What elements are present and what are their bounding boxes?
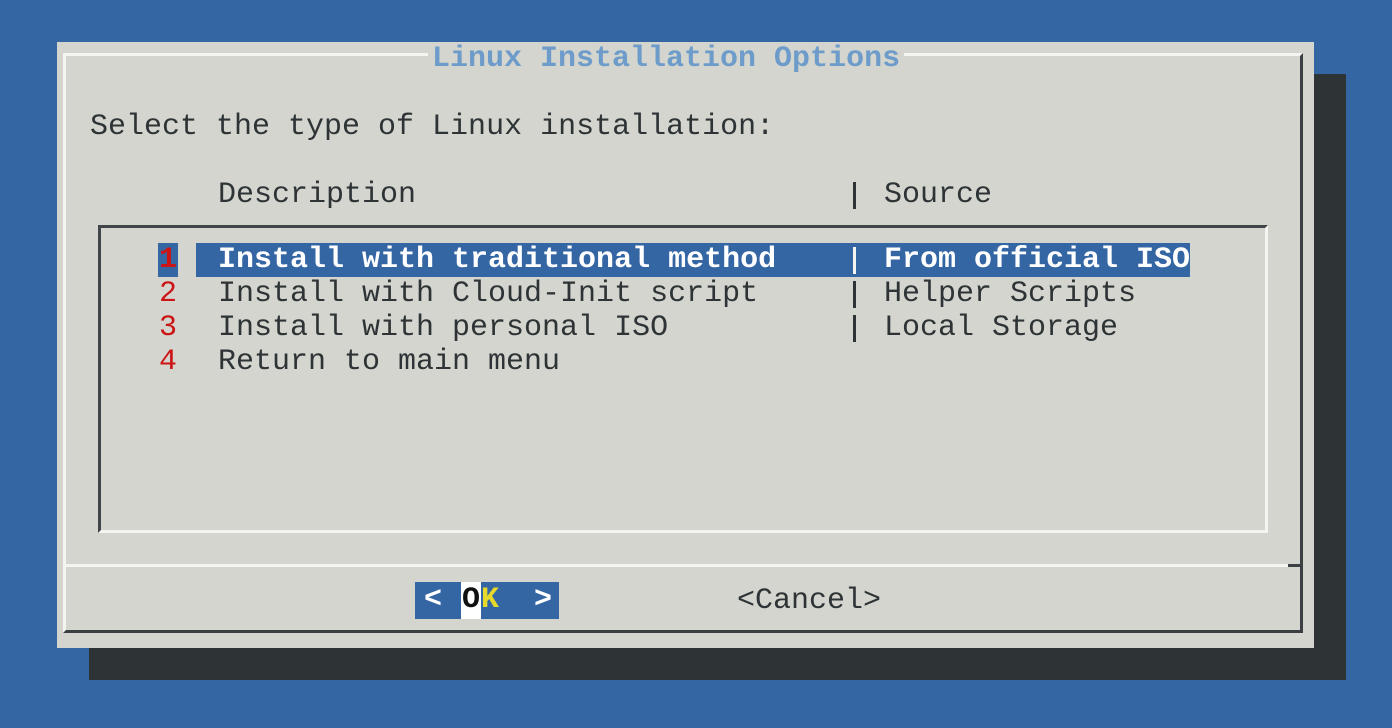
column-separator-icon — [853, 182, 856, 209]
menu-item-description: Return to main menu — [218, 345, 560, 379]
prompt-text: Select the type of Linux installation: — [90, 110, 774, 144]
button-row: < O K > <Cancel> — [57, 580, 1314, 617]
menu-item-description: Install with personal ISO — [218, 311, 668, 345]
menu-listbox: 1 Install with traditional method From o… — [98, 225, 1268, 533]
ok-bracket-left: < — [424, 582, 442, 619]
column-separator-icon — [853, 247, 856, 274]
ok-hotkey-char: K — [481, 582, 499, 619]
installation-options-dialog: Linux Installation Options Select the ty… — [57, 42, 1314, 648]
ok-cursor-char: O — [461, 582, 481, 619]
menu-item-tag: 2 — [158, 277, 178, 311]
column-separator-icon — [853, 281, 856, 308]
menu-item-source: Helper Scripts — [884, 277, 1136, 311]
menu-item-tag: 4 — [158, 345, 178, 379]
button-separator-line — [63, 564, 1303, 567]
separator-end-cap — [1288, 564, 1303, 567]
cancel-button[interactable]: <Cancel> — [737, 582, 881, 619]
menu-item-cloud-init[interactable]: 2 Install with Cloud-Init script Helper … — [101, 277, 1265, 311]
column-header-source: Source — [884, 178, 992, 212]
column-header-description: Description — [218, 178, 416, 212]
menu-item-traditional[interactable]: 1 Install with traditional method From o… — [101, 243, 1265, 277]
menu-item-tag: 1 — [158, 243, 178, 277]
terminal-screen: Linux Installation Options Select the ty… — [0, 0, 1392, 728]
menu-item-description: Install with Cloud-Init script — [218, 277, 758, 311]
menu-item-tag: 3 — [158, 311, 178, 345]
menu-item-personal-iso[interactable]: 3 Install with personal ISO Local Storag… — [101, 311, 1265, 345]
menu-item-description: Install with traditional method — [218, 243, 776, 277]
menu-item-source: Local Storage — [884, 311, 1118, 345]
ok-bracket-right: > — [534, 582, 552, 619]
column-header-row: Description Source — [57, 178, 1314, 212]
menu-item-return-main-menu[interactable]: 4 Return to main menu — [101, 345, 1265, 379]
column-separator-icon — [853, 315, 856, 342]
menu-item-source: From official ISO — [884, 243, 1190, 277]
ok-button[interactable]: < O K > — [415, 582, 559, 619]
dialog-title: Linux Installation Options — [428, 43, 904, 75]
